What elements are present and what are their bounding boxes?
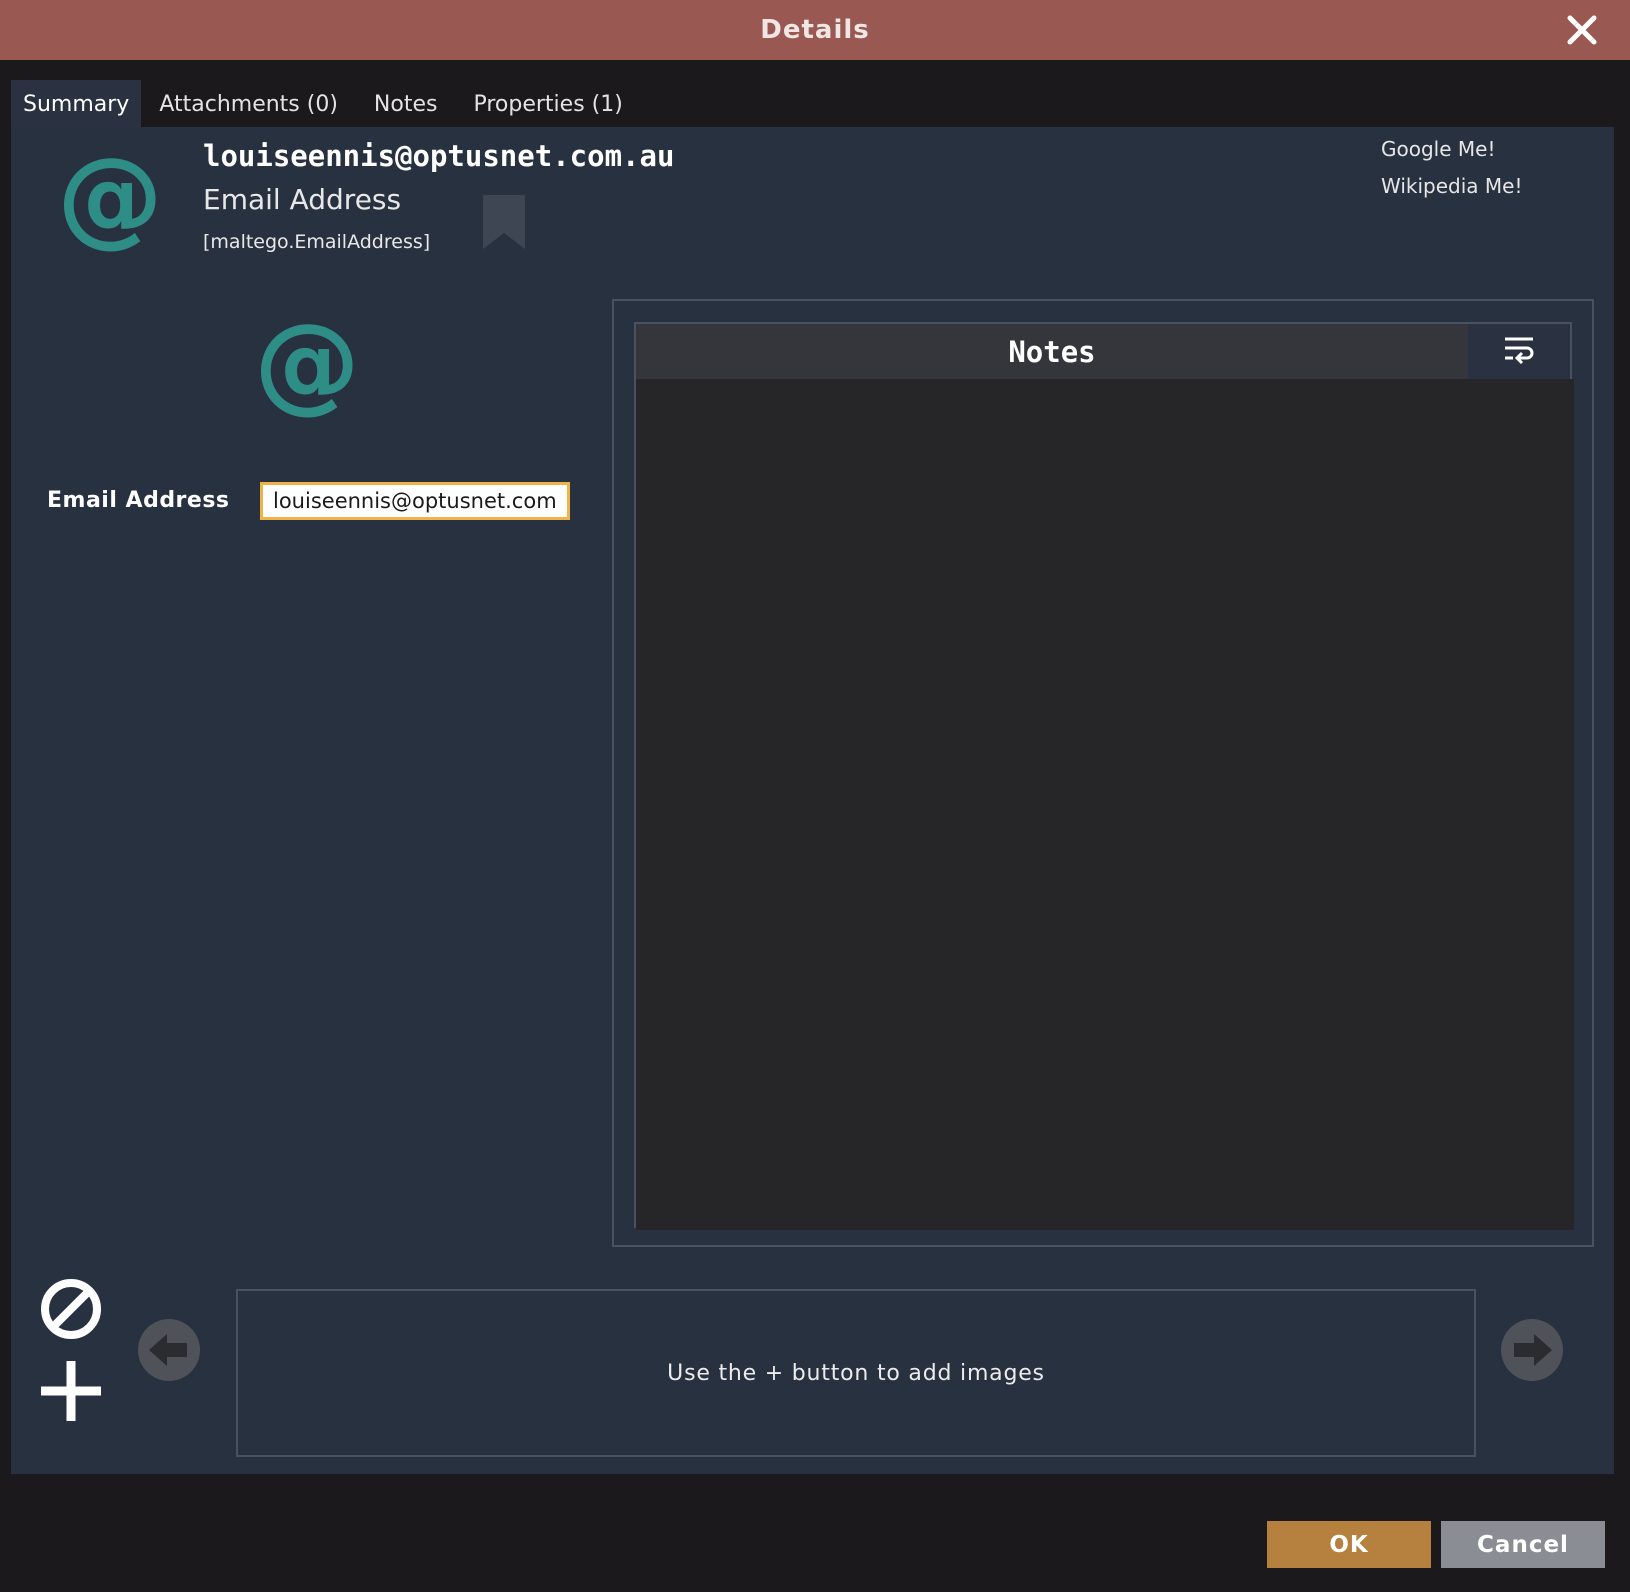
notes-textarea[interactable] bbox=[636, 379, 1574, 1230]
word-wrap-icon bbox=[1503, 336, 1535, 368]
entity-type-label: Email Address bbox=[203, 183, 402, 216]
next-image-icon[interactable] bbox=[1500, 1318, 1564, 1386]
notes-title: Notes bbox=[636, 324, 1468, 379]
entity-value: louiseennis@optusnet.com.au bbox=[203, 139, 675, 173]
tab-notes[interactable]: Notes bbox=[356, 80, 456, 127]
google-me-link[interactable]: Google Me! bbox=[1381, 137, 1495, 161]
title-bar: Details bbox=[0, 0, 1630, 60]
previous-image-icon[interactable] bbox=[137, 1318, 201, 1386]
add-image-icon[interactable] bbox=[39, 1359, 103, 1427]
email-address-label: Email Address bbox=[47, 488, 230, 513]
close-icon[interactable] bbox=[1564, 12, 1600, 48]
notes-panel: Notes bbox=[634, 322, 1574, 1230]
email-address-field[interactable] bbox=[260, 482, 570, 520]
tab-bar: Summary Attachments (0) Notes Properties… bbox=[11, 80, 641, 127]
word-wrap-button[interactable] bbox=[1468, 324, 1570, 379]
tab-properties[interactable]: Properties (1) bbox=[455, 80, 640, 127]
entity-large-icon: @ bbox=[254, 301, 360, 424]
wikipedia-me-link[interactable]: Wikipedia Me! bbox=[1381, 174, 1522, 198]
summary-panel: @ louiseennis@optusnet.com.au Email Addr… bbox=[11, 127, 1614, 1474]
ok-button[interactable]: OK bbox=[1267, 1521, 1431, 1568]
remove-image-icon[interactable] bbox=[39, 1277, 103, 1345]
window-title: Details bbox=[760, 15, 870, 45]
notes-frame: Notes bbox=[612, 299, 1594, 1247]
entity-type-icon: @ bbox=[57, 135, 163, 258]
entity-type-id: [maltego.EmailAddress] bbox=[203, 231, 431, 253]
images-gallery: Use the + button to add images bbox=[236, 1289, 1476, 1457]
tab-summary[interactable]: Summary bbox=[11, 80, 142, 127]
cancel-button[interactable]: Cancel bbox=[1441, 1521, 1605, 1568]
tab-attachments[interactable]: Attachments (0) bbox=[141, 80, 356, 127]
bookmark-icon[interactable] bbox=[483, 195, 525, 249]
